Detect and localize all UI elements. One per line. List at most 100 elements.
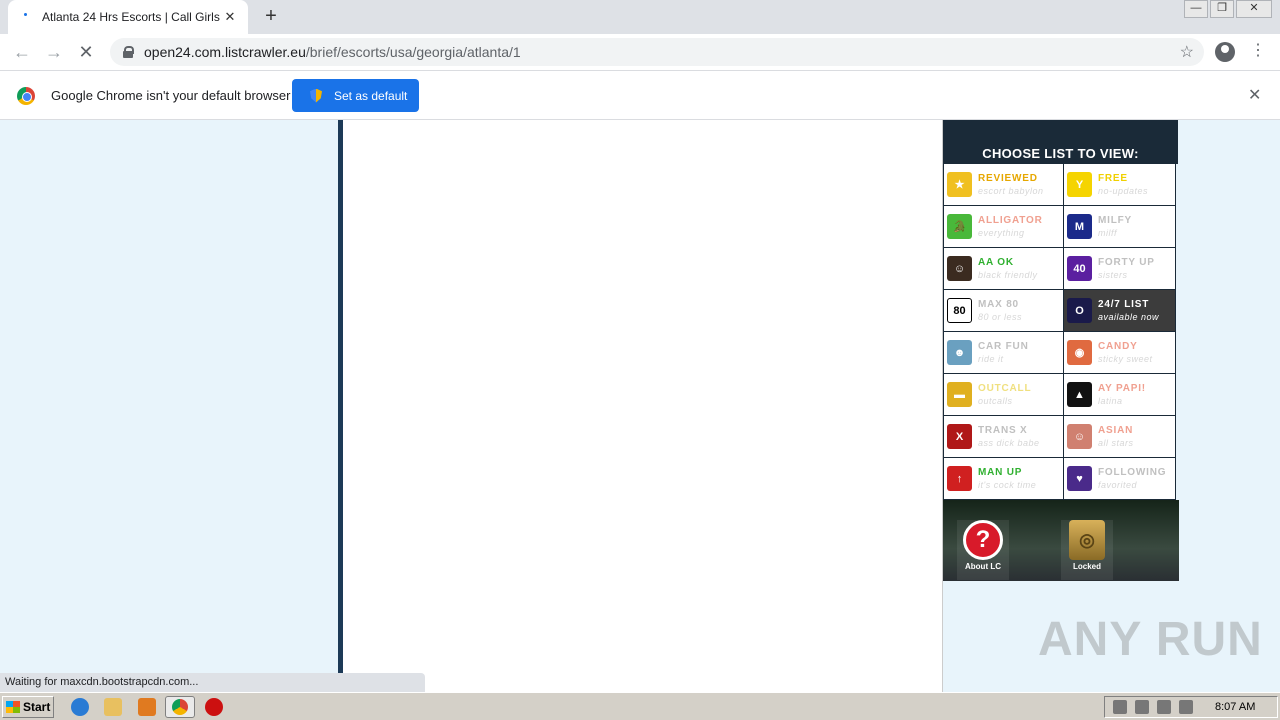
start-label: Start: [23, 700, 51, 714]
list-item-text: FORTY UP sisters: [1098, 257, 1155, 281]
address-bar[interactable]: open24.com.listcrawler.eu/brief/escorts/…: [110, 38, 1204, 66]
milfy-m-icon: M: [1067, 214, 1092, 239]
list-item-text: MILFY milff: [1098, 215, 1132, 239]
list-item-subtitle: sticky sweet: [1098, 353, 1153, 364]
list-item-text: FREE no-updates: [1098, 173, 1148, 197]
list-item-subtitle: milff: [1098, 227, 1117, 238]
list-item-text: AA OK black friendly: [978, 257, 1038, 281]
list-item-name: FORTY UP: [1098, 256, 1155, 268]
chrome-taskbar-icon: [172, 699, 188, 715]
stop-loading-button[interactable]: ✕: [73, 39, 99, 65]
list-item-subtitle: latina: [1098, 395, 1123, 406]
list-item-name: MAN UP: [978, 466, 1023, 478]
restore-button[interactable]: ❐: [1210, 0, 1234, 18]
about-lc-label: About LC: [965, 562, 1001, 571]
start-button[interactable]: Start: [2, 696, 54, 718]
list-item[interactable]: 🐊 ALLIGATOR everything: [943, 206, 1063, 248]
list-item[interactable]: 40 FORTY UP sisters: [1063, 248, 1176, 290]
list-item[interactable]: Y FREE no-updates: [1063, 164, 1176, 206]
volume-icon[interactable]: [1135, 700, 1149, 714]
chrome-taskbar-button[interactable]: [165, 696, 195, 718]
list-item[interactable]: ★ REVIEWED escort babylon: [943, 164, 1063, 206]
list-item-name: 24/7 LIST: [1098, 298, 1150, 310]
forward-button[interactable]: →: [41, 39, 67, 65]
opera-icon[interactable]: [205, 698, 223, 716]
windows-flag-icon: [6, 701, 20, 713]
default-browser-infobar: Google Chrome isn't your default browser…: [0, 71, 1280, 120]
url-host: open24.com.listcrawler.eu: [144, 44, 306, 60]
infobar-close-icon[interactable]: ✕: [1248, 85, 1261, 105]
set-as-default-button[interactable]: Set as default: [292, 79, 419, 112]
red-x-icon: X: [947, 424, 972, 449]
tab-close-icon[interactable]: ✕: [222, 9, 238, 25]
list-item[interactable]: 80 MAX 80 80 or less: [943, 290, 1063, 332]
ie-icon[interactable]: [71, 698, 89, 716]
list-item-text: TRANS Xass dick babe: [978, 425, 1040, 449]
max80-sign-icon: 80: [947, 298, 972, 323]
status-bubble: Waiting for maxcdn.bootstrapcdn.com...: [0, 673, 425, 692]
action-center-flag-icon[interactable]: [1179, 700, 1193, 714]
main-content: [343, 120, 942, 692]
back-button[interactable]: ←: [9, 39, 35, 65]
list-item[interactable]: ↑ MAN UP it's cock time: [943, 458, 1063, 500]
explorer-folder-icon[interactable]: [104, 698, 122, 716]
list-item-subtitle: no-updates: [1098, 185, 1149, 196]
list-item-subtitle: all stars: [1098, 437, 1134, 448]
list-item-subtitle: ass dick babe: [978, 437, 1040, 448]
chrome-menu-icon[interactable]: ⋮: [1250, 40, 1266, 60]
new-tab-button[interactable]: +: [260, 6, 282, 28]
list-item[interactable]: M MILFY milff: [1063, 206, 1176, 248]
list-item[interactable]: ▲ AY PAPI! latina: [1063, 374, 1176, 416]
list-item-subtitle: it's cock time: [978, 479, 1037, 490]
list-item-text: CAR FUN ride it: [978, 341, 1029, 365]
profile-avatar-icon[interactable]: [1215, 42, 1235, 62]
list-item[interactable]: ☺ ASIAN all stars: [1063, 416, 1176, 458]
list-item-subtitle: outcalls: [978, 395, 1013, 406]
web-page: CHOOSE LIST TO VIEW: ★ REVIEWED escort bab…: [0, 120, 1280, 692]
set-as-default-label: Set as default: [334, 88, 408, 103]
window-close-button[interactable]: ✕: [1236, 0, 1272, 18]
car-fun-icon: ☻: [947, 340, 972, 365]
list-item-subtitle: available now: [1098, 311, 1160, 322]
safe-icon: ◎: [1065, 518, 1109, 562]
panel-header: CHOOSE LIST TO VIEW:: [943, 120, 1178, 164]
panel-bottom-bar: ? About LC ◎ Locked: [943, 500, 1179, 581]
list-item[interactable]: ◉ CANDY sticky sweet: [1063, 332, 1176, 374]
uac-shield-icon: [310, 88, 322, 103]
locked-button[interactable]: ◎ Locked: [1061, 520, 1113, 580]
list-item-text: MAX 80 80 or less: [978, 299, 1022, 323]
list-item-subtitle: 80 or less: [978, 311, 1023, 322]
list-item[interactable]: O 24/7 LIST available now: [1063, 290, 1176, 332]
list-item-text: AY PAPI! latina: [1098, 383, 1146, 407]
list-item[interactable]: ☻ CAR FUN ride it: [943, 332, 1063, 374]
network-icon[interactable]: [1157, 700, 1171, 714]
list-item[interactable]: ▬ OUTCALL outcalls: [943, 374, 1063, 416]
list-item-subtitle: ride it: [978, 353, 1004, 364]
browser-tab[interactable]: Atlanta 24 Hrs Escorts | Call Girls & M …: [8, 0, 248, 34]
chrome-logo-icon: [17, 87, 35, 105]
list-item[interactable]: ☺ AA OK black friendly: [943, 248, 1063, 290]
tray-arrow-icon[interactable]: [1113, 700, 1127, 714]
open-sign-icon: O: [1067, 298, 1092, 323]
bookmark-star-icon[interactable]: ☆: [1180, 42, 1194, 62]
list-item-text: REVIEWED escort babylon: [978, 173, 1044, 197]
list-item-name: FREE: [1098, 172, 1128, 184]
list-item[interactable]: X TRANS Xass dick babe: [943, 416, 1063, 458]
clock[interactable]: 8:07 AM: [1215, 701, 1255, 713]
list-item-name: AY PAPI!: [1098, 382, 1146, 394]
taxi-icon: ▬: [947, 382, 972, 407]
list-grid: ★ REVIEWED escort babylon Y FREE no-updates 🐊 A…: [943, 164, 1178, 500]
media-player-icon[interactable]: [138, 698, 156, 716]
list-item-name: CAR FUN: [978, 340, 1029, 352]
yellow-y-icon: Y: [1067, 172, 1092, 197]
heart-icon: ♥: [1067, 466, 1092, 491]
list-item-name: OUTCALL: [978, 382, 1032, 394]
about-lc-button[interactable]: ? About LC: [957, 520, 1009, 580]
list-item-name: MAX 80: [978, 298, 1019, 310]
minimize-button[interactable]: —: [1184, 0, 1208, 18]
question-mark-icon: ?: [961, 518, 1005, 562]
list-item[interactable]: ♥ FOLLOWING favorited: [1063, 458, 1176, 500]
list-item-name: REVIEWED: [978, 172, 1038, 184]
browser-toolbar: ← → ✕ open24.com.listcrawler.eu/brief/es…: [0, 34, 1280, 71]
lock-icon[interactable]: [122, 46, 134, 58]
